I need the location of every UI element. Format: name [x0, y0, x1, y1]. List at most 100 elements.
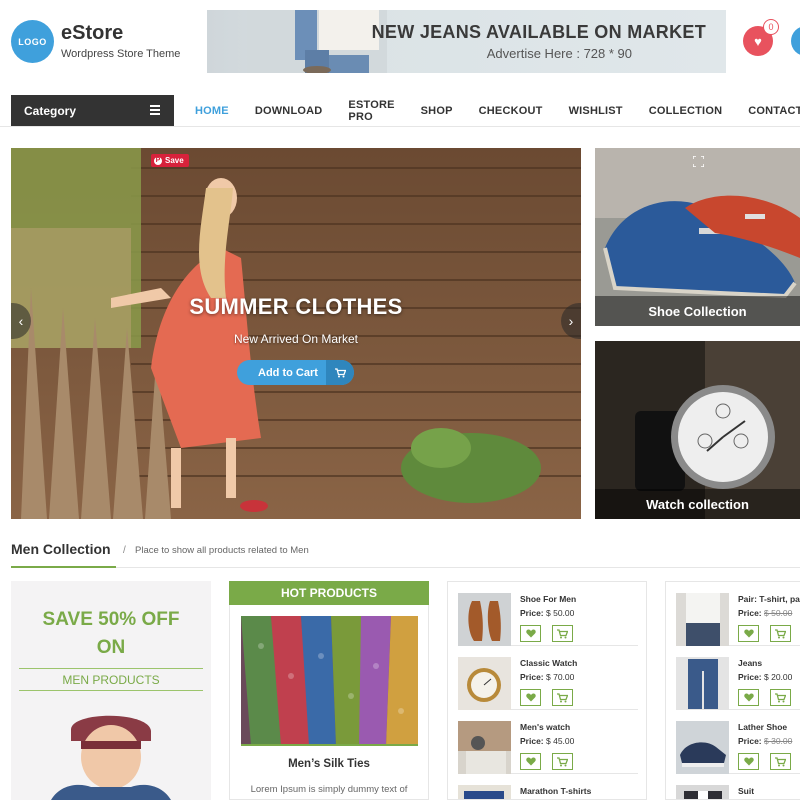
nav-collection[interactable]: COLLECTION [636, 105, 736, 117]
hot-product-name[interactable]: Men’s Silk Ties [230, 758, 428, 770]
promo-line-2: ON [96, 637, 126, 658]
shoe-collection-banner[interactable]: Shoe Collection [595, 148, 800, 326]
product-name[interactable]: Marathon T-shirts [520, 786, 591, 796]
wishlist-count-badge: 0 [763, 19, 779, 35]
cart-icon [557, 692, 568, 702]
heart-icon: ♥ [754, 33, 762, 49]
add-to-wishlist-button[interactable] [738, 689, 759, 706]
chevron-right-icon: › [568, 313, 574, 329]
promo-divider-bottom [19, 690, 203, 691]
ad-model-image [247, 10, 387, 73]
add-to-wishlist-button[interactable] [520, 753, 541, 770]
ad-headline: NEW JEANS AVAILABLE ON MARKET [371, 22, 706, 42]
add-to-cart-button[interactable] [770, 753, 791, 770]
logo[interactable]: LOGO [11, 20, 54, 63]
product-name[interactable]: Shoe For Men [520, 594, 576, 604]
product-thumbnail[interactable] [458, 721, 511, 774]
product-name[interactable]: Pair: T-shirt, pa [738, 594, 800, 604]
product-list-a: Shoe For Men Price: $ 50.00 Classic Watc… [447, 581, 647, 800]
nav-contact[interactable]: CONTACT [735, 105, 800, 117]
cart-icon [557, 756, 568, 766]
list-item: Jeans Price: $ 20.00 [676, 646, 800, 710]
product-thumbnail[interactable] [676, 721, 729, 774]
nav-shop[interactable]: SHOP [408, 105, 466, 117]
list-item: Suit [676, 774, 800, 799]
section-title[interactable]: Men Collection [11, 541, 111, 557]
cart-button[interactable] [791, 26, 800, 56]
product-thumbnail[interactable] [676, 593, 729, 646]
add-to-cart-button[interactable] [770, 689, 791, 706]
main-navbar: Category HOME DOWNLOAD ESTORE PRO SHOP C… [0, 95, 800, 127]
list-item: Marathon T-shirts [458, 774, 638, 799]
pinterest-icon: P [154, 156, 162, 165]
cart-icon [557, 628, 568, 638]
add-to-cart-button[interactable] [770, 625, 791, 642]
promo-card[interactable]: SAVE 50% OFF ON MEN PRODUCTS [11, 581, 211, 800]
add-to-wishlist-button[interactable] [738, 753, 759, 770]
list-item: Men's watch Price: $ 45.00 [458, 710, 638, 774]
watch-collection-banner[interactable]: Watch collection [595, 341, 800, 519]
logo-text: LOGO [18, 36, 47, 47]
product-list-b: Pair: T-shirt, pa Price: $ 50.00 Jeans P… [665, 581, 800, 800]
hot-products-card: HOT PRODUCTS Men’s Silk Ties Lorem Ipsum… [229, 581, 429, 800]
nav-home[interactable]: HOME [182, 105, 242, 117]
add-to-cart-button[interactable] [552, 625, 573, 642]
hero-subtitle: New Arrived On Market [233, 332, 359, 346]
heart-icon [743, 629, 754, 638]
hero-slider[interactable]: P Save SUMMER CLOTHES New Arrived On Mar… [11, 148, 581, 519]
product-name[interactable]: Suit [738, 786, 754, 796]
add-to-cart-button[interactable]: Add to Cart [237, 360, 354, 385]
chevron-left-icon: ‹ [18, 313, 24, 329]
heart-icon [525, 693, 536, 702]
category-menu-button[interactable]: Category [11, 95, 174, 126]
section-description: Place to show all products related to Me… [135, 545, 309, 556]
product-price: Price: $ 50.00 [738, 608, 793, 618]
add-to-cart-button[interactable] [552, 689, 573, 706]
product-name[interactable]: Jeans [738, 658, 762, 668]
cart-icon [775, 756, 786, 766]
product-name[interactable]: Classic Watch [520, 658, 577, 668]
product-thumbnail[interactable] [458, 785, 511, 799]
section-separator: / [123, 545, 126, 556]
heart-icon [525, 629, 536, 638]
silk-ties-image[interactable] [241, 616, 418, 746]
product-price: Price: $ 70.00 [520, 672, 575, 682]
heart-icon [743, 757, 754, 766]
expand-icon[interactable] [693, 156, 704, 167]
product-thumbnail[interactable] [676, 657, 729, 710]
site-title[interactable]: eStore [61, 22, 123, 45]
add-to-wishlist-button[interactable] [520, 625, 541, 642]
cart-icon [326, 360, 354, 385]
hero-title: SUMMER CLOTHES [189, 294, 403, 319]
list-item: Lather Shoe Price: $ 30.00 [676, 710, 800, 774]
add-to-cart-button[interactable] [552, 753, 573, 770]
product-name[interactable]: Men's watch [520, 722, 570, 732]
add-to-wishlist-button[interactable] [738, 625, 759, 642]
section-title-underline [11, 566, 116, 568]
cta-label: Add to Cart [258, 366, 318, 379]
nav-wishlist[interactable]: WISHLIST [556, 105, 636, 117]
cart-icon [775, 628, 786, 638]
category-label: Category [24, 103, 77, 118]
promo-line-1: SAVE 50% OFF [42, 609, 180, 630]
shoe-collection-caption: Shoe Collection [595, 296, 800, 326]
watch-collection-caption: Watch collection [595, 489, 800, 519]
pinterest-save-button[interactable]: P Save [151, 154, 189, 167]
product-price: Price: $ 20.00 [738, 672, 793, 682]
product-thumbnail[interactable] [458, 593, 511, 646]
product-name[interactable]: Lather Shoe [738, 722, 787, 732]
nav-download[interactable]: DOWNLOAD [242, 105, 336, 117]
ad-banner[interactable]: NEW JEANS AVAILABLE ON MARKET Advertise … [207, 10, 726, 73]
product-price: Price: $ 45.00 [520, 736, 575, 746]
heart-icon [743, 693, 754, 702]
men-collection-header: Men Collection / Place to show all produ… [11, 540, 800, 568]
product-thumbnail[interactable] [458, 657, 511, 710]
product-thumbnail[interactable] [676, 785, 729, 799]
add-to-wishlist-button[interactable] [520, 689, 541, 706]
heart-icon [525, 757, 536, 766]
product-price: Price: $ 30.00 [738, 736, 793, 746]
hamburger-icon [150, 105, 160, 117]
nav-estore-pro[interactable]: ESTORE PRO [335, 99, 407, 123]
nav-checkout[interactable]: CHECKOUT [466, 105, 556, 117]
hot-products-heading: HOT PRODUCTS [229, 581, 429, 605]
